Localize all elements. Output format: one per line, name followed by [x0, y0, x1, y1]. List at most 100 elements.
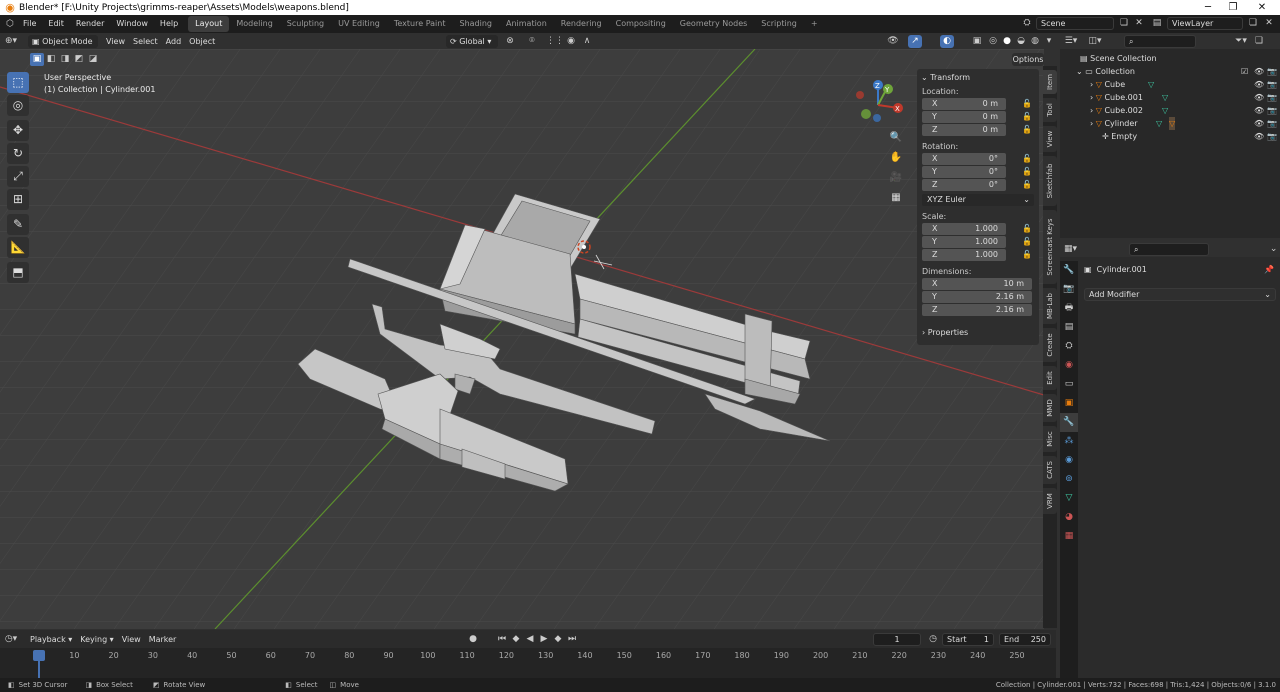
- camera-icon[interactable]: 📷: [1267, 78, 1277, 91]
- tab-rendering[interactable]: Rendering: [554, 16, 609, 32]
- tab-geometry-nodes[interactable]: Geometry Nodes: [673, 16, 754, 32]
- tab-sculpting[interactable]: Sculpting: [280, 16, 331, 32]
- properties-search-input[interactable]: ⌕: [1129, 242, 1210, 256]
- outliner-item-cube-002[interactable]: › ▽ Cube.002 ▽ 👁 📷: [1060, 104, 1280, 117]
- location-z-field[interactable]: Z 0 m 🔓: [922, 124, 1032, 136]
- eye-icon[interactable]: 👁: [1254, 104, 1264, 117]
- sidebar-tab-tool[interactable]: Tool: [1043, 98, 1057, 122]
- sidebar-tab-mb-lab[interactable]: MB-Lab: [1043, 288, 1057, 324]
- camera-icon[interactable]: 📷: [1267, 65, 1277, 78]
- menu-view[interactable]: View: [102, 35, 129, 48]
- select-invert-icon[interactable]: ◩: [72, 53, 86, 66]
- clock-icon[interactable]: ◷: [926, 633, 940, 646]
- menu-playback[interactable]: Playback ▾: [26, 633, 76, 646]
- sidebar-tab-cats[interactable]: CATS: [1043, 456, 1057, 484]
- outliner-item-empty[interactable]: ✛ Empty 👁 📷: [1060, 130, 1280, 143]
- view-layer-tab-icon[interactable]: ▤: [1060, 318, 1078, 337]
- next-keyframe-icon[interactable]: ◆: [551, 633, 565, 646]
- outliner-item-cube[interactable]: › ▽ Cube ▽ 👁 📷: [1060, 78, 1280, 91]
- outliner-collection[interactable]: ⌄ ▭ Collection ☑ 👁 📷: [1060, 65, 1280, 78]
- rendered-shading-icon[interactable]: ◍: [1028, 35, 1042, 48]
- scene-selector[interactable]: Scene: [1036, 17, 1114, 30]
- prev-keyframe-icon[interactable]: ◆: [509, 633, 523, 646]
- jump-end-icon[interactable]: ⏭: [565, 633, 579, 646]
- rotation-x-field[interactable]: X 0° 🔓: [922, 153, 1032, 165]
- sidebar-tab-vrm[interactable]: VRM: [1043, 488, 1057, 514]
- playhead[interactable]: [33, 650, 45, 661]
- measure-tool-icon[interactable]: 📐: [7, 237, 29, 258]
- new-scene-icon[interactable]: ❏: [1117, 17, 1131, 30]
- menu-window[interactable]: Window: [110, 15, 154, 33]
- lock-icon[interactable]: 🔓: [1022, 236, 1032, 248]
- solid-shading-icon[interactable]: ●: [1000, 35, 1014, 48]
- lock-icon[interactable]: 🔓: [1022, 124, 1032, 136]
- expand-icon[interactable]: ⌄: [1076, 67, 1085, 76]
- scale-z-field[interactable]: Z 1.000 🔓: [922, 249, 1032, 261]
- camera-icon[interactable]: 📷: [1267, 130, 1277, 143]
- start-frame-field[interactable]: Start 1: [942, 633, 994, 646]
- rotation-mode-dropdown[interactable]: XYZ Euler ⌄: [922, 194, 1034, 206]
- select-new-icon[interactable]: ▣: [30, 53, 44, 66]
- sidebar-tab-mmd[interactable]: MMD: [1043, 394, 1057, 422]
- blender-menu-icon[interactable]: ⬡: [3, 18, 17, 31]
- end-frame-field[interactable]: End 250: [999, 633, 1051, 646]
- current-frame-field[interactable]: 1: [873, 633, 921, 646]
- navigation-gizmo[interactable]: Z Y X: [850, 77, 906, 133]
- eye-icon[interactable]: 👁: [1254, 65, 1264, 78]
- menu-add[interactable]: Add: [162, 35, 186, 48]
- play-icon[interactable]: ▶: [537, 633, 551, 646]
- rotate-tool-icon[interactable]: ↻: [7, 143, 29, 164]
- falloff-icon[interactable]: ∧: [580, 35, 594, 48]
- lock-icon[interactable]: 🔓: [1022, 179, 1032, 191]
- properties-options-icon[interactable]: ⌄: [1267, 243, 1280, 256]
- tab-animation[interactable]: Animation: [499, 16, 554, 32]
- properties-editor-icon[interactable]: ▦▾: [1064, 243, 1077, 256]
- filter-icon[interactable]: ⏷▾: [1234, 35, 1248, 48]
- grid-toggle-icon[interactable]: ▦: [887, 189, 905, 207]
- dimensions-z-field[interactable]: Z 2.16 m: [922, 304, 1032, 316]
- lock-icon[interactable]: 🔓: [1022, 249, 1032, 261]
- gizmo-toggle-icon[interactable]: ↗: [908, 35, 922, 48]
- record-icon[interactable]: ●: [466, 633, 480, 646]
- outliner-item-cylinder[interactable]: › ▽ Cylinder ▽ ▽ 👁 📷: [1060, 117, 1280, 130]
- menu-object[interactable]: Object: [185, 35, 219, 48]
- delete-view-layer-icon[interactable]: ✕: [1262, 17, 1276, 30]
- texture-tab-icon[interactable]: ▦: [1060, 527, 1078, 546]
- annotate-tool-icon[interactable]: ✎: [7, 214, 29, 235]
- lock-icon[interactable]: 🔓: [1022, 111, 1032, 123]
- menu-edit[interactable]: Edit: [42, 15, 70, 33]
- options-button[interactable]: Options: [1012, 53, 1044, 66]
- scale-x-field[interactable]: X 1.000 🔓: [922, 223, 1032, 235]
- outliner-search-input[interactable]: ⌕: [1124, 34, 1196, 48]
- object-tab-icon[interactable]: ▣: [1060, 394, 1078, 413]
- data-tab-icon[interactable]: ▽: [1060, 489, 1078, 508]
- snap-icon[interactable]: ⌾: [525, 35, 539, 48]
- jump-start-icon[interactable]: ⏮: [495, 633, 509, 646]
- tab-scripting[interactable]: Scripting: [754, 16, 804, 32]
- output-tab-icon[interactable]: 🖶: [1060, 299, 1078, 318]
- eye-icon[interactable]: 👁: [1254, 78, 1264, 91]
- pivot-icon[interactable]: ⊗: [503, 35, 517, 48]
- collection-tab-icon[interactable]: ▭: [1060, 375, 1078, 394]
- eye-icon[interactable]: 👁: [1254, 91, 1264, 104]
- cursor-tool-icon[interactable]: ◎: [7, 95, 29, 116]
- visibility-icon[interactable]: 👁: [886, 35, 900, 48]
- minimize-button[interactable]: ─: [1196, 0, 1220, 15]
- menu-select[interactable]: Select: [129, 35, 162, 48]
- add-modifier-dropdown[interactable]: Add Modifier ⌄: [1084, 288, 1276, 301]
- menu-file[interactable]: File: [17, 15, 42, 33]
- dimensions-x-field[interactable]: X 10 m: [922, 278, 1032, 290]
- camera-icon[interactable]: 📷: [1267, 91, 1277, 104]
- menu-timeline-view[interactable]: View: [118, 633, 145, 646]
- scene-tab-icon[interactable]: ⛭: [1060, 337, 1078, 356]
- constraints-tab-icon[interactable]: ⊚: [1060, 470, 1078, 489]
- sidebar-tab-view[interactable]: View: [1043, 126, 1057, 152]
- select-extend-icon[interactable]: ◧: [44, 53, 58, 66]
- view-layer-selector[interactable]: ViewLayer: [1167, 17, 1243, 30]
- eye-icon[interactable]: 👁: [1254, 117, 1264, 130]
- tab-compositing[interactable]: Compositing: [609, 16, 673, 32]
- scale-tool-icon[interactable]: ⤢: [7, 166, 29, 187]
- dimensions-y-field[interactable]: Y 2.16 m: [922, 291, 1032, 303]
- location-y-field[interactable]: Y 0 m 🔓: [922, 111, 1032, 123]
- mode-selector[interactable]: ▣ Object Mode ▾: [28, 34, 98, 59]
